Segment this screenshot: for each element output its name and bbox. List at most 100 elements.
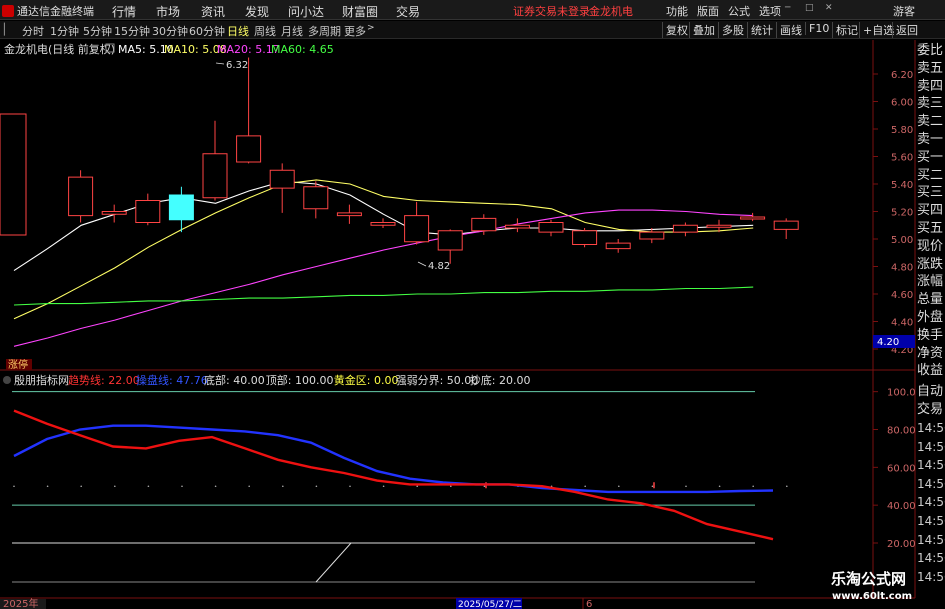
- quote-field-label: 买一: [917, 149, 944, 165]
- menu-item-jiaoyi[interactable]: 交易: [396, 3, 420, 20]
- candle-up: [336, 212, 362, 217]
- tab-monthly[interactable]: 月线: [281, 23, 303, 39]
- strength-divider-dot: [651, 485, 654, 488]
- candle-up: [437, 230, 463, 251]
- back-button[interactable]: 返回: [892, 22, 918, 38]
- indicator-value-1: 操盘线: 47.76: [136, 373, 208, 387]
- trade-time: 14:56: [917, 495, 945, 510]
- tab-1min[interactable]: 1分钟: [50, 23, 79, 39]
- quote-field-label: 委比: [917, 43, 944, 58]
- candle-up: [538, 222, 564, 233]
- indicator-tick-label: 60.00: [887, 463, 916, 474]
- quote-field-label: 买五: [917, 220, 944, 236]
- app-title-text: 通达信金融终端: [17, 5, 94, 18]
- quote-field-label: 买四: [917, 203, 944, 219]
- ma60-label: MA60: 4.65: [271, 43, 334, 56]
- menu-item-zixun[interactable]: 资讯: [201, 3, 225, 20]
- limit-up-label: 涨停: [8, 358, 28, 371]
- tab-weekly[interactable]: 周线: [254, 23, 276, 39]
- close-icon[interactable]: ✕: [825, 3, 833, 13]
- menu-item-gongneng[interactable]: 功能: [666, 3, 688, 19]
- menu-item-caifuquan[interactable]: 财富圈: [342, 3, 378, 20]
- candle-up: [572, 230, 598, 245]
- guest-label[interactable]: 游客: [893, 3, 915, 19]
- fuquan-button[interactable]: 复权: [662, 22, 688, 38]
- price-tag-label: 4.20: [877, 337, 899, 348]
- menu-item-gongshi[interactable]: 公式: [728, 3, 750, 19]
- more-chevron-icon[interactable]: >: [367, 23, 375, 33]
- f10-button[interactable]: F10: [805, 22, 829, 35]
- trade-time: 14:56: [917, 532, 945, 547]
- app-title: 通达信金融终端: [2, 3, 94, 19]
- strength-divider-dot: [349, 485, 351, 488]
- tab-30min[interactable]: 30分钟: [152, 23, 188, 39]
- quote-field-label: 涨跌: [917, 256, 944, 272]
- price-tick-label: 5.80: [891, 125, 913, 136]
- app-logo-icon: [2, 5, 14, 17]
- menu-item-faxian[interactable]: 发现: [245, 3, 269, 20]
- candle-up: [236, 135, 262, 163]
- tab-more[interactable]: 更多: [344, 23, 366, 39]
- candle-up: [740, 216, 766, 220]
- add-favorite-button[interactable]: +自选: [859, 22, 894, 38]
- trade-time: 14:56: [917, 458, 945, 473]
- price-tick-label: 6.00: [891, 98, 913, 109]
- trade-time: 14:56: [917, 476, 945, 491]
- strength-divider-dot: [181, 485, 183, 488]
- login-notice[interactable]: 证券交易未登录: [513, 3, 590, 19]
- high-price-label: 6.32: [226, 60, 248, 71]
- candle-up: [773, 220, 799, 230]
- tab-fenshi[interactable]: 分时: [22, 23, 44, 39]
- quote-field-label: 换手: [917, 327, 944, 343]
- diejia-button[interactable]: 叠加: [689, 22, 715, 38]
- candle-up: [370, 222, 396, 226]
- minimize-icon[interactable]: ─: [785, 3, 790, 13]
- strength-divider-dot: [618, 485, 620, 488]
- price-tick-label: 4.40: [891, 318, 913, 329]
- ma60-line: [13, 286, 754, 306]
- menu-item-shichang[interactable]: 市场: [156, 3, 180, 20]
- tongji-button[interactable]: 统计: [747, 22, 773, 38]
- candle-up: [706, 224, 732, 228]
- indicator-tick-label: 100.0: [887, 388, 916, 399]
- menu-item-hangqing[interactable]: 行情: [112, 3, 136, 20]
- indicator-value-2: 底部: 40.00: [204, 373, 265, 387]
- huaxian-button[interactable]: 画线: [776, 22, 802, 38]
- tab-daily[interactable]: 日线: [227, 23, 249, 39]
- strength-divider-dot: [685, 485, 687, 488]
- candle-up: [101, 211, 127, 215]
- strength-divider-dot: [248, 485, 250, 488]
- candle-up: [605, 242, 631, 250]
- strength-divider-dot: [450, 485, 452, 488]
- menu-item-banmian[interactable]: 版面: [697, 3, 719, 19]
- tab-60min[interactable]: 60分钟: [189, 23, 225, 39]
- restore-icon[interactable]: □: [805, 3, 814, 13]
- menu-item-xuanxiang[interactable]: 选项: [759, 3, 781, 19]
- candle-up: [202, 153, 228, 199]
- trade-header: 自动: [917, 384, 944, 399]
- trade-panel: 自动交易 14:56 14:56 14:56 14:56 14:56 14:56 14:56 1…: [917, 383, 945, 586]
- quote-field-label: 总量: [917, 292, 944, 308]
- indicator-menu-icon[interactable]: [3, 376, 11, 384]
- indicator-tick-label: 20.00: [887, 539, 916, 550]
- ma5-line: [13, 180, 754, 272]
- quote-field-label: 买二: [917, 167, 944, 183]
- period-toolbar: ▏ 分时 1分钟 5分钟 15分钟 30分钟 60分钟 日线 周线 月线 多周期…: [0, 21, 945, 39]
- scroll-left-icon[interactable]: ▏: [4, 23, 12, 36]
- duogu-button[interactable]: 多股: [718, 22, 744, 38]
- price-tick-label: 5.00: [891, 235, 913, 246]
- tab-15min[interactable]: 15分钟: [114, 23, 150, 39]
- quote-field-label: 涨幅: [917, 274, 944, 290]
- high-pointer-line: [215, 62, 225, 65]
- indicator-name[interactable]: 殷朋指标网: [14, 373, 69, 387]
- candle-down: [168, 194, 194, 221]
- watermark-url: www.60lt.com: [832, 591, 913, 602]
- biaoji-button[interactable]: 标记: [832, 22, 858, 38]
- quote-field-label: 收益: [917, 363, 944, 379]
- price-tick-label: 5.60: [891, 153, 913, 164]
- chart-area[interactable]: 金龙机电(日线 前复权) MA5: 5.10 MA10: 5.08 MA20: …: [0, 40, 945, 609]
- menu-item-wenxiaoda[interactable]: 问小达: [288, 3, 324, 20]
- golden-zone-step: [315, 542, 755, 583]
- tab-multi-period[interactable]: 多周期: [308, 23, 341, 39]
- tab-5min[interactable]: 5分钟: [83, 23, 112, 39]
